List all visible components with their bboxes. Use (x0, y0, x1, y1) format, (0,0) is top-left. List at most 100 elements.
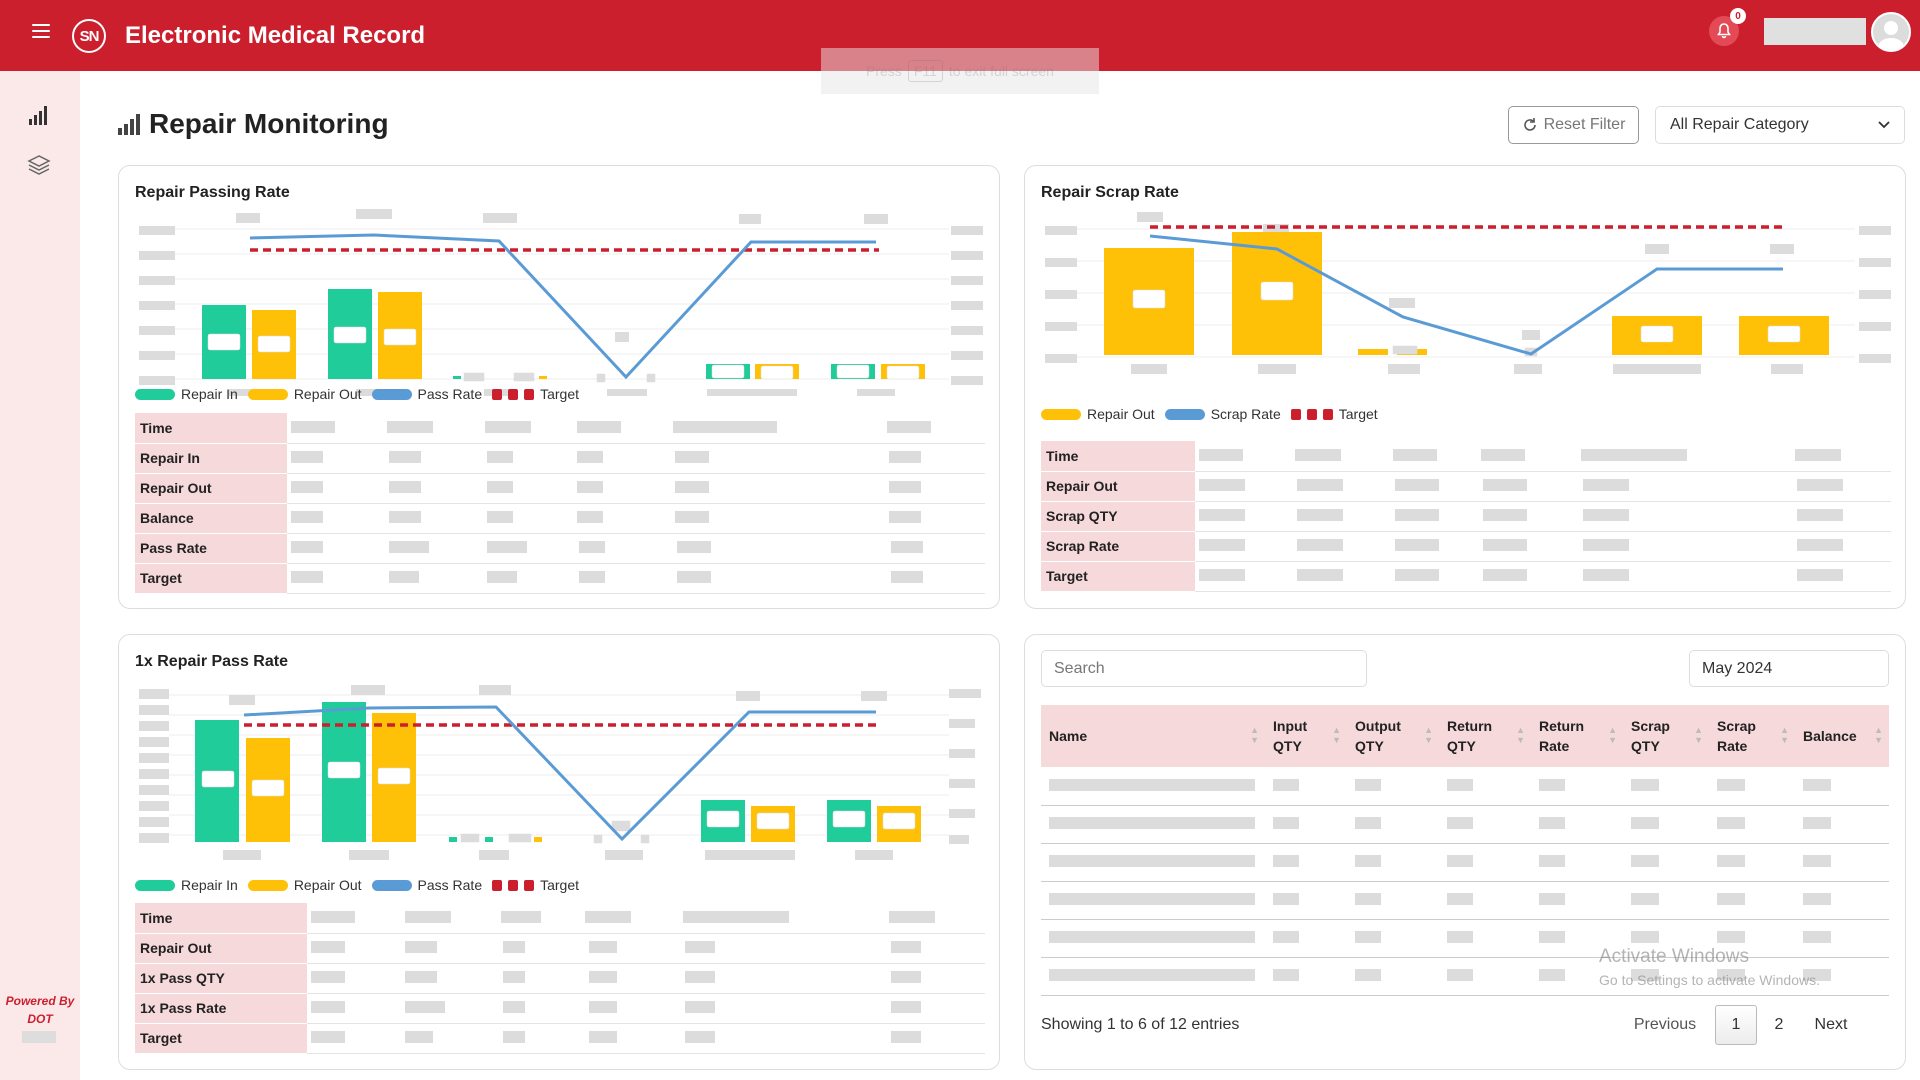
row-label: Time (135, 903, 307, 934)
row-label: Repair Out (1041, 471, 1195, 502)
column-header-output-qty[interactable]: Output QTY ▲ ▼ (1347, 705, 1439, 767)
app-title: Electronic Medical Record (125, 22, 426, 49)
bar-chart-icon (118, 114, 140, 135)
column-header-scrap-qty[interactable]: Scrap QTY ▲ ▼ (1623, 705, 1709, 767)
chevron-down-icon (1878, 121, 1890, 129)
repair-data-table: Name ▲ ▼ Input QTY ▲ ▼ Output QTY ▲ ▼ Return QTY ▲… (1041, 705, 1889, 996)
repair-table-card: May 2024 Name▲▼ InputQTY▲▼ OutputQTY▲▼ R… (1024, 634, 1906, 1070)
column-header-input-qty[interactable]: Input QTY ▲ ▼ (1265, 705, 1347, 767)
page-button[interactable]: 1 (1715, 1005, 1757, 1045)
repair-scrap-table: Time Repair Out Scrap QTY Scrap Rate Tar… (1041, 441, 1891, 592)
repair-category-select[interactable]: All Repair Category (1655, 106, 1905, 144)
repair-scrap-rate-card: Repair Scrap Rate Repair Out Scrap Rate … (1024, 165, 1906, 609)
reset-filter-label: Reset Filter (1543, 116, 1626, 133)
row-label: 1x Pass QTY (135, 963, 307, 994)
card-title: Repair Scrap Rate (1041, 184, 1179, 201)
page-button[interactable]: 2 (1757, 1005, 1801, 1045)
card-title: Repair Passing Rate (135, 184, 290, 201)
repair-passing-table: Time Repair In Repair Out Balance Pass R… (135, 413, 985, 594)
pass-rate-swatch (371, 879, 412, 891)
first-repair-pass-table: Time Repair Out 1x Pass QTY 1x Pass Rate… (135, 903, 985, 1054)
repair-category-value: All Repair Category (1670, 116, 1809, 133)
repair-out-swatch (247, 879, 288, 891)
chart-legend: Repair In Repair Out Pass Rate Target (135, 877, 583, 893)
pagination: Previous 1 2 Next (1625, 1005, 1861, 1045)
activate-windows-watermark: Activate Windows (1599, 946, 1749, 967)
legend-label: Scrap Rate (1210, 406, 1281, 422)
app-logo: SN (72, 19, 106, 53)
column-header-return-rate[interactable]: Return Rate ▲ ▼ (1531, 705, 1623, 767)
layers-icon[interactable] (27, 153, 51, 177)
row-label: Target (1041, 561, 1195, 592)
next-page-button[interactable]: Next (1801, 1005, 1861, 1045)
chart-legend: Repair Out Scrap Rate Target (1041, 406, 1382, 422)
menu-icon[interactable] (32, 24, 50, 38)
reset-filter-button[interactable]: Reset Filter (1508, 106, 1639, 144)
powered-by: Powered By DOT (0, 992, 80, 1028)
previous-page-button[interactable]: Previous (1625, 1005, 1705, 1045)
column-header-return-qty[interactable]: Return QTY ▲ ▼ (1439, 705, 1531, 767)
legend-label: Pass Rate (417, 877, 483, 893)
column-header-balance[interactable]: Balance ▲ ▼ (1795, 705, 1889, 767)
powered-by-name: DOT (27, 1012, 53, 1026)
page-title: Repair Monitoring (149, 108, 389, 139)
column-header-scrap-rate[interactable]: Scrap Rate ▲ ▼ (1709, 705, 1795, 767)
table-row[interactable] (1041, 805, 1889, 844)
row-label: Pass Rate (135, 533, 287, 564)
row-label: Target (135, 1023, 307, 1054)
row-label: 1x Pass Rate (135, 993, 307, 1024)
target-swatch (524, 879, 535, 891)
user-name-box[interactable] (1764, 18, 1866, 45)
notification-count-badge: 0 (1730, 8, 1746, 24)
refresh-icon (1523, 118, 1536, 131)
target-swatch (1322, 408, 1333, 420)
repair-out-swatch (247, 388, 288, 400)
bar-chart-icon[interactable] (27, 103, 51, 127)
powered-by-label: Powered By (5, 994, 75, 1008)
repair-in-swatch (135, 388, 175, 400)
table-row[interactable] (1041, 843, 1889, 882)
legend-label: Pass Rate (417, 386, 483, 402)
row-label: Scrap QTY (1041, 501, 1195, 532)
activate-windows-subtext: Go to Settings to activate Windows. (1599, 972, 1820, 988)
pass-rate-swatch (371, 388, 412, 400)
legend-label: Repair In (181, 877, 238, 893)
row-label: Balance (135, 503, 287, 534)
fullscreen-hint: Press F11 to exit full screen (821, 48, 1099, 94)
row-label: Repair Out (135, 933, 307, 964)
repair-in-swatch (135, 879, 175, 891)
first-repair-pass-rate-card: 1x Repair Pass Rate Repair In Repair Out… (118, 634, 1000, 1070)
first-repair-pass-rate-chart (139, 685, 981, 860)
chart-legend: Repair In Repair Out Pass Rate Target (135, 386, 583, 402)
fullscreen-hint-key: F11 (907, 60, 943, 82)
repair-passing-rate-card: Repair Passing Rate Repair In Repair Out… (118, 165, 1000, 609)
repair-scrap-rate-chart (1045, 212, 1891, 374)
legend-label: Target (1338, 406, 1378, 422)
powered-by-placeholder (22, 1031, 56, 1043)
repair-out-swatch (1041, 408, 1081, 420)
legend-label: Repair Out (293, 386, 362, 402)
table-row[interactable] (1041, 767, 1889, 806)
month-picker[interactable]: May 2024 (1689, 650, 1889, 687)
legend-label: Target (540, 386, 580, 402)
row-label: Repair Out (135, 473, 287, 504)
legend-label: Target (540, 877, 580, 893)
row-label: Scrap Rate (1041, 531, 1195, 562)
scrap-rate-swatch (1164, 408, 1205, 420)
row-label: Target (135, 563, 287, 594)
row-label: Repair In (135, 443, 287, 474)
table-row[interactable] (1041, 919, 1889, 958)
column-header-name[interactable]: Name ▲ ▼ (1041, 705, 1265, 767)
fullscreen-hint-text: to exit full screen (948, 63, 1054, 79)
row-label: Time (135, 413, 287, 444)
table-header-row: Name ▲ ▼ Input QTY ▲ ▼ Output QTY ▲ ▼ Return QTY ▲… (1041, 705, 1889, 767)
target-swatch (524, 388, 535, 400)
table-row[interactable] (1041, 881, 1889, 920)
search-input[interactable] (1041, 650, 1367, 687)
page-heading: Repair Monitoring (117, 108, 389, 140)
legend-label: Repair Out (1087, 406, 1155, 422)
avatar[interactable] (1871, 12, 1911, 52)
row-label: Time (1041, 441, 1195, 472)
card-title: 1x Repair Pass Rate (135, 653, 288, 670)
sidebar: Powered By DOT (0, 71, 80, 1080)
